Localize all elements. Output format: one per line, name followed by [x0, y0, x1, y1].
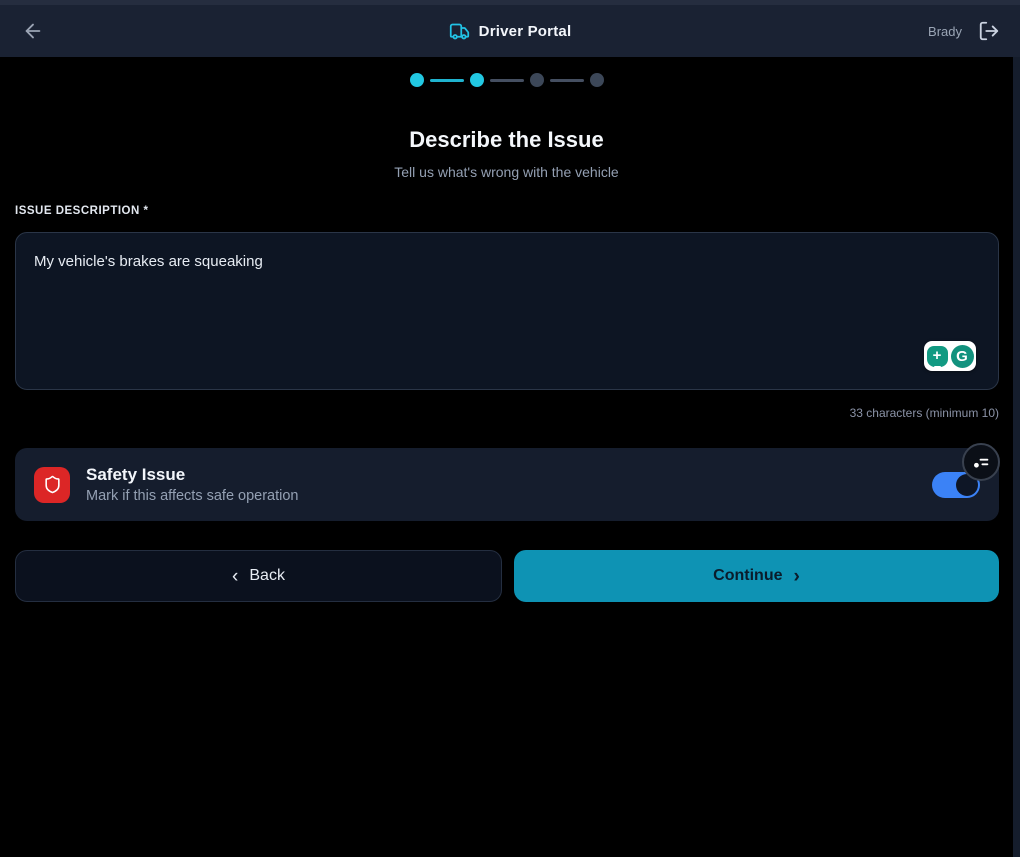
header-back-button[interactable] [20, 18, 46, 44]
page-subtitle: Tell us what's wrong with the vehicle [0, 164, 1013, 180]
truck-icon [449, 21, 470, 42]
plus-icon: + [933, 348, 942, 363]
continue-button[interactable]: Continue › [514, 550, 999, 602]
step-connector-3 [550, 79, 584, 82]
driver-portal-app: Driver Portal Brady Describe the Issue T… [0, 0, 1020, 857]
step-dot-1 [410, 73, 424, 87]
chevron-left-icon: ‹ [232, 567, 238, 586]
grammarly-logo-icon[interactable]: G [951, 345, 974, 368]
action-buttons: ‹ Back Continue › [15, 550, 999, 602]
logout-icon [978, 20, 1000, 42]
step-dot-2 [470, 73, 484, 87]
shield-icon [34, 467, 70, 503]
header-title-group: Driver Portal [0, 5, 1020, 57]
step-dot-3 [530, 73, 544, 87]
safety-issue-card: Safety Issue Mark if this affects safe o… [15, 448, 999, 521]
issue-description-input[interactable]: My vehicle's brakes are squeaking [15, 232, 999, 390]
step-connector-2 [490, 79, 524, 82]
safety-title: Safety Issue [86, 465, 299, 485]
step-connector-1 [430, 79, 464, 82]
logout-button[interactable] [978, 20, 1000, 42]
issue-description-wrap: My vehicle's brakes are squeaking + G [15, 232, 999, 390]
back-button[interactable]: ‹ Back [15, 550, 502, 602]
issue-description-label: ISSUE DESCRIPTION * [15, 205, 148, 217]
app-title: Driver Portal [479, 23, 572, 40]
extension-overlay-icon[interactable] [962, 443, 1000, 481]
arrow-left-icon [22, 20, 44, 42]
back-button-label: Back [249, 567, 285, 585]
grammarly-extension-widget[interactable]: + G [924, 341, 976, 371]
safety-subtitle: Mark if this affects safe operation [86, 488, 299, 504]
character-count: 33 characters (minimum 10) [15, 406, 999, 420]
safety-text-group: Safety Issue Mark if this affects safe o… [86, 465, 299, 504]
scrollbar-track[interactable] [1013, 57, 1020, 857]
header-right: Brady [928, 20, 1000, 42]
grammarly-suggestion-bulb-icon[interactable]: + [927, 346, 948, 367]
page-title: Describe the Issue [0, 127, 1013, 153]
continue-button-label: Continue [713, 567, 782, 585]
username: Brady [928, 24, 962, 39]
chevron-right-icon: › [794, 567, 800, 586]
header: Driver Portal Brady [0, 5, 1020, 57]
stepper [0, 72, 1013, 88]
step-dot-4 [590, 73, 604, 87]
